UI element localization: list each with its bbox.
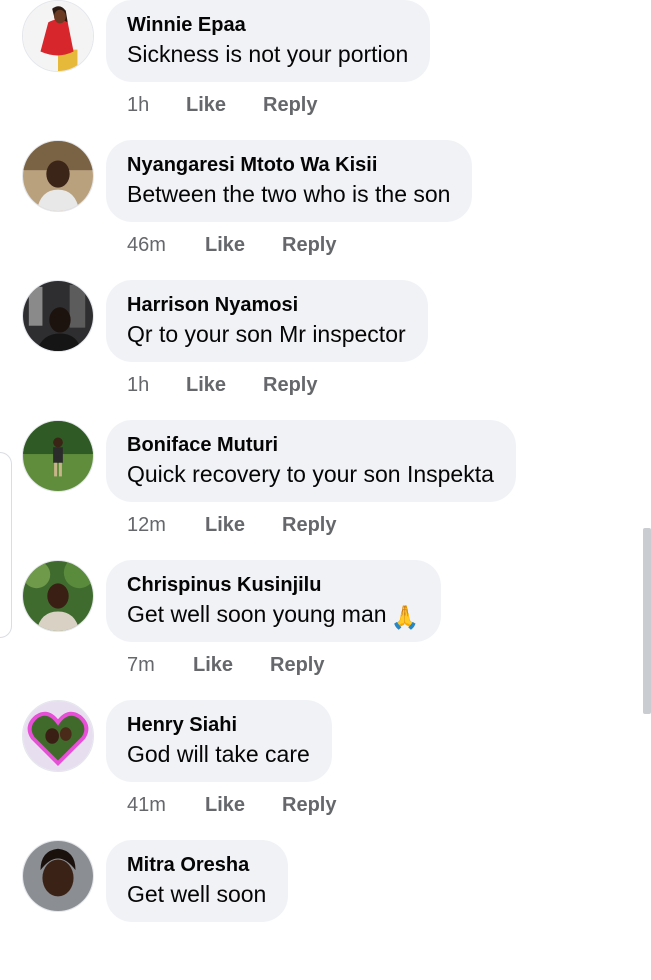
comment: Henry Siahi God will take care 41m Like …	[0, 700, 651, 840]
reply-button[interactable]: Reply	[282, 230, 336, 260]
comment-text: Get well soon	[127, 881, 267, 907]
comment-bubble: Boniface Muturi Quick recovery to your s…	[106, 420, 516, 502]
comment-text: Quick recovery to your son Inspekta	[127, 461, 494, 487]
woman-red-dress-avatar	[23, 1, 93, 71]
comment-timestamp[interactable]: 41m	[127, 790, 166, 820]
comment-text: Get well soon young man 🙏	[127, 598, 419, 633]
comment-timestamp[interactable]: 1h	[127, 90, 149, 120]
avatar[interactable]	[22, 0, 94, 72]
comment-timestamp[interactable]: 12m	[127, 510, 166, 540]
woman-portrait-avatar	[23, 841, 93, 911]
comment-author[interactable]: Mitra Oresha	[127, 852, 266, 878]
comment-author[interactable]: Chrispinus Kusinjilu	[127, 572, 419, 598]
man-on-grass-avatar	[23, 421, 93, 491]
side-panel-edge	[0, 452, 12, 638]
scrollbar[interactable]	[643, 528, 651, 714]
avatar[interactable]	[22, 420, 94, 492]
like-button[interactable]: Like	[205, 510, 245, 540]
like-button[interactable]: Like	[205, 790, 245, 820]
folded-hands-icon: 🙏	[390, 604, 420, 630]
comment-author[interactable]: Nyangaresi Mtoto Wa Kisii	[127, 152, 450, 178]
comment: Harrison Nyamosi Qr to your son Mr inspe…	[0, 280, 651, 420]
like-button[interactable]: Like	[205, 230, 245, 260]
comment-bubble: Mitra Oresha Get well soon	[106, 840, 289, 922]
comment-bubble: Henry Siahi God will take care	[106, 700, 332, 782]
comment-author[interactable]: Boniface Muturi	[127, 432, 494, 458]
man-portrait-avatar	[23, 141, 93, 211]
man-portrait-avatar	[23, 281, 93, 351]
heart-frame-avatar	[23, 701, 93, 771]
comment-author[interactable]: Henry Siahi	[127, 712, 310, 738]
comment: Nyangaresi Mtoto Wa Kisii Between the tw…	[0, 140, 651, 280]
comment-text-body: Get well soon young man	[127, 601, 387, 627]
comment-bubble: Nyangaresi Mtoto Wa Kisii Between the tw…	[106, 140, 473, 222]
like-button[interactable]: Like	[193, 650, 233, 680]
reply-button[interactable]: Reply	[263, 370, 317, 400]
comment: Chrispinus Kusinjilu Get well soon young…	[0, 560, 651, 700]
reply-button[interactable]: Reply	[270, 650, 324, 680]
comment-author[interactable]: Winnie Epaa	[127, 12, 408, 38]
like-button[interactable]: Like	[186, 370, 226, 400]
comment-text: Qr to your son Mr inspector	[127, 321, 406, 347]
comment-text: Between the two who is the son	[127, 181, 451, 207]
like-button[interactable]: Like	[186, 90, 226, 120]
comment: Mitra Oresha Get well soon	[0, 840, 651, 980]
comment-bubble: Winnie Epaa Sickness is not your portion	[106, 0, 431, 82]
comment-text: God will take care	[127, 741, 310, 767]
comment-bubble: Chrispinus Kusinjilu Get well soon young…	[106, 560, 442, 642]
avatar[interactable]	[22, 700, 94, 772]
reply-button[interactable]: Reply	[282, 790, 336, 820]
man-trees-avatar	[23, 561, 93, 631]
reply-button[interactable]: Reply	[282, 510, 336, 540]
comment-text: Sickness is not your portion	[127, 41, 409, 67]
avatar[interactable]	[22, 140, 94, 212]
comment-timestamp[interactable]: 1h	[127, 370, 149, 400]
comment-bubble: Harrison Nyamosi Qr to your son Mr inspe…	[106, 280, 428, 362]
avatar[interactable]	[22, 560, 94, 632]
comment-timestamp[interactable]: 46m	[127, 230, 166, 260]
avatar[interactable]	[22, 840, 94, 912]
avatar[interactable]	[22, 280, 94, 352]
comment: Winnie Epaa Sickness is not your portion…	[0, 0, 651, 140]
reply-button[interactable]: Reply	[263, 90, 317, 120]
comment-author[interactable]: Harrison Nyamosi	[127, 292, 406, 318]
comment: Boniface Muturi Quick recovery to your s…	[0, 420, 651, 560]
comment-timestamp[interactable]: 7m	[127, 650, 155, 680]
